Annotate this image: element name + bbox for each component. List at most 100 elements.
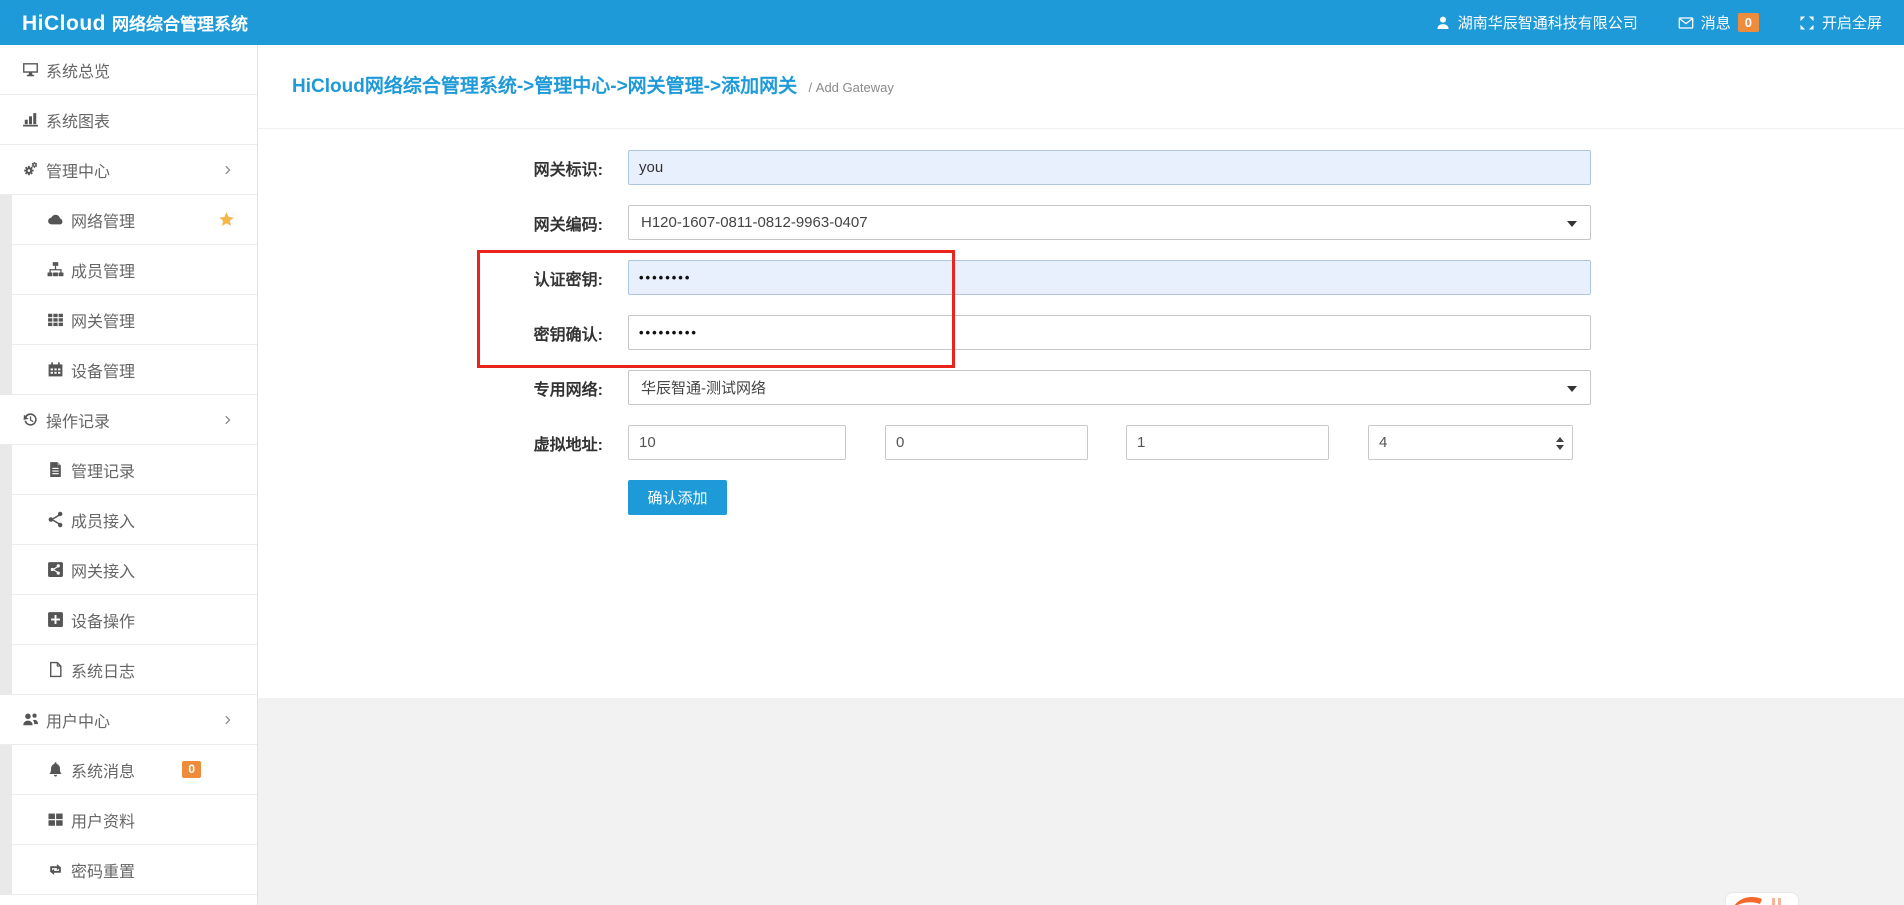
auth-key-label: 认证密钥: [258, 266, 603, 290]
sidebar-item-user-center[interactable]: 用户中心 [0, 695, 257, 745]
private-network-label: 专用网络: [258, 376, 603, 400]
messages-label: 消息 [1701, 12, 1731, 33]
grid-icon [47, 311, 64, 328]
messages-menu[interactable]: 消息 0 [1678, 12, 1759, 33]
sidebar-item-system-charts[interactable]: 系统图表 [0, 95, 257, 145]
virtual-address-octet-3[interactable] [1126, 425, 1329, 460]
unread-count-badge: 0 [182, 761, 201, 778]
share-icon [47, 511, 64, 528]
form-row-gateway-code: 网关编码: H120-1607-0811-0812-9963-0407 [258, 205, 1904, 240]
brand-name: HiCloud [22, 12, 106, 36]
virtual-address-label: 虚拟地址: [258, 431, 603, 455]
sidebar-item-user-profile[interactable]: 用户资料 [0, 795, 257, 845]
sidebar-item-label: 网关接入 [71, 558, 135, 582]
sidebar-item-management-records[interactable]: 管理记录 [0, 445, 257, 495]
form-row-private-network: 专用网络: 华辰智通-测试网络 [258, 370, 1904, 405]
floating-widget[interactable] [1725, 892, 1799, 905]
retweet-icon [47, 861, 64, 878]
fullscreen-icon [1799, 15, 1815, 31]
sidebar-item-label: 系统总览 [46, 58, 110, 82]
caret-down-icon [1567, 221, 1577, 227]
envelope-icon [1678, 15, 1694, 31]
sidebar-item-label: 系统日志 [71, 658, 135, 682]
sidebar: 系统总览 系统图表 管理中心 网络管理 成员管理 网关管理 设备管理 操作记录 … [0, 45, 258, 905]
gateway-code-label: 网关编码: [258, 211, 603, 235]
sidebar-item-label: 成员接入 [71, 508, 135, 532]
virtual-address-octet-2[interactable] [885, 425, 1088, 460]
sidebar-item-label: 用户资料 [71, 808, 135, 832]
top-navbar: HiCloud 网络综合管理系统 湖南华辰智通科技有限公司 消息 0 开启全屏 [0, 0, 1904, 45]
widget-logo-icon [1726, 893, 1798, 905]
sidebar-item-member-management[interactable]: 成员管理 [0, 245, 257, 295]
bell-icon [47, 761, 64, 778]
chevron-right-icon [222, 164, 233, 176]
sidebar-item-label: 网络管理 [71, 208, 135, 232]
sidebar-item-label: 用户中心 [46, 708, 110, 732]
cloud-icon [47, 211, 64, 228]
sidebar-item-label: 系统图表 [46, 108, 110, 132]
sidebar-item-gateway-management[interactable]: 网关管理 [0, 295, 257, 345]
virtual-address-octet-1[interactable] [628, 425, 846, 460]
breadcrumb: HiCloud网络综合管理系统->管理中心->网关管理->添加网关 [292, 76, 797, 97]
chevron-right-icon [222, 414, 233, 426]
chevron-right-icon [222, 714, 233, 726]
sidebar-item-member-access[interactable]: 成员接入 [0, 495, 257, 545]
sidebar-item-label: 成员管理 [71, 258, 135, 282]
gateway-id-label: 网关标识: [258, 156, 603, 180]
navbar-right-menu: 湖南华辰智通科技有限公司 消息 0 开启全屏 [1435, 12, 1904, 33]
private-network-value: 华辰智通-测试网络 [641, 377, 766, 398]
stepper-down-icon[interactable] [1556, 445, 1564, 450]
private-network-select[interactable]: 华辰智通-测试网络 [628, 370, 1591, 405]
messages-count-badge: 0 [1738, 13, 1759, 32]
form-row-submit: 确认添加 [258, 480, 1904, 515]
share-square-icon [47, 561, 64, 578]
auth-key-input[interactable] [628, 260, 1591, 295]
users-icon [22, 711, 39, 728]
page-background [258, 698, 1904, 905]
key-confirm-label: 密钥确认: [258, 321, 603, 345]
form-row-virtual-address: 虚拟地址: [258, 425, 1904, 460]
history-icon [22, 411, 39, 428]
fullscreen-label: 开启全屏 [1822, 12, 1882, 33]
stepper-up-icon[interactable] [1556, 437, 1564, 442]
sidebar-item-label: 操作记录 [46, 408, 110, 432]
sidebar-item-device-operations[interactable]: 设备操作 [0, 595, 257, 645]
brand-subtitle: 网络综合管理系统 [112, 10, 248, 35]
gateway-code-select[interactable]: H120-1607-0811-0812-9963-0407 [628, 205, 1591, 240]
sidebar-item-label: 系统消息 [71, 758, 135, 782]
sidebar-item-management-center[interactable]: 管理中心 [0, 145, 257, 195]
number-stepper[interactable] [1553, 431, 1567, 455]
sidebar-item-network-management[interactable]: 网络管理 [0, 195, 257, 245]
sidebar-item-label: 管理记录 [71, 458, 135, 482]
favorite-star-icon [218, 211, 235, 228]
company-menu[interactable]: 湖南华辰智通科技有限公司 [1435, 12, 1638, 33]
bar-chart-icon [22, 111, 39, 128]
sidebar-item-label: 设备操作 [71, 608, 135, 632]
gateway-code-value: H120-1607-0811-0812-9963-0407 [641, 214, 868, 231]
fullscreen-toggle[interactable]: 开启全屏 [1799, 12, 1882, 33]
sidebar-item-system-messages[interactable]: 系统消息 0 [0, 745, 257, 795]
page-header: HiCloud网络综合管理系统->管理中心->网关管理->添加网关 / Add … [258, 45, 1904, 129]
sidebar-item-label: 密码重置 [71, 858, 135, 882]
caret-down-icon [1567, 386, 1577, 392]
sidebar-item-system-overview[interactable]: 系统总览 [0, 45, 257, 95]
sidebar-item-gateway-access[interactable]: 网关接入 [0, 545, 257, 595]
virtual-address-octet-4[interactable] [1368, 425, 1573, 460]
sidebar-item-password-reset[interactable]: 密码重置 [0, 845, 257, 895]
sidebar-item-operation-records[interactable]: 操作记录 [0, 395, 257, 445]
plus-square-icon [47, 611, 64, 628]
app-logo[interactable]: HiCloud 网络综合管理系统 [0, 10, 248, 36]
sitemap-icon [47, 261, 64, 278]
gateway-id-input[interactable] [628, 150, 1591, 185]
form-row-gateway-id: 网关标识: [258, 150, 1904, 185]
company-name: 湖南华辰智通科技有限公司 [1458, 12, 1638, 33]
sidebar-item-device-management[interactable]: 设备管理 [0, 345, 257, 395]
desktop-icon [22, 61, 39, 78]
confirm-add-button[interactable]: 确认添加 [628, 480, 727, 515]
form-row-auth-key: 认证密钥: [258, 260, 1904, 295]
main-content: HiCloud网络综合管理系统->管理中心->网关管理->添加网关 / Add … [258, 45, 1904, 698]
key-confirm-input[interactable] [628, 315, 1591, 350]
sidebar-item-system-logs[interactable]: 系统日志 [0, 645, 257, 695]
calendar-icon [47, 361, 64, 378]
sidebar-item-label: 管理中心 [46, 158, 110, 182]
